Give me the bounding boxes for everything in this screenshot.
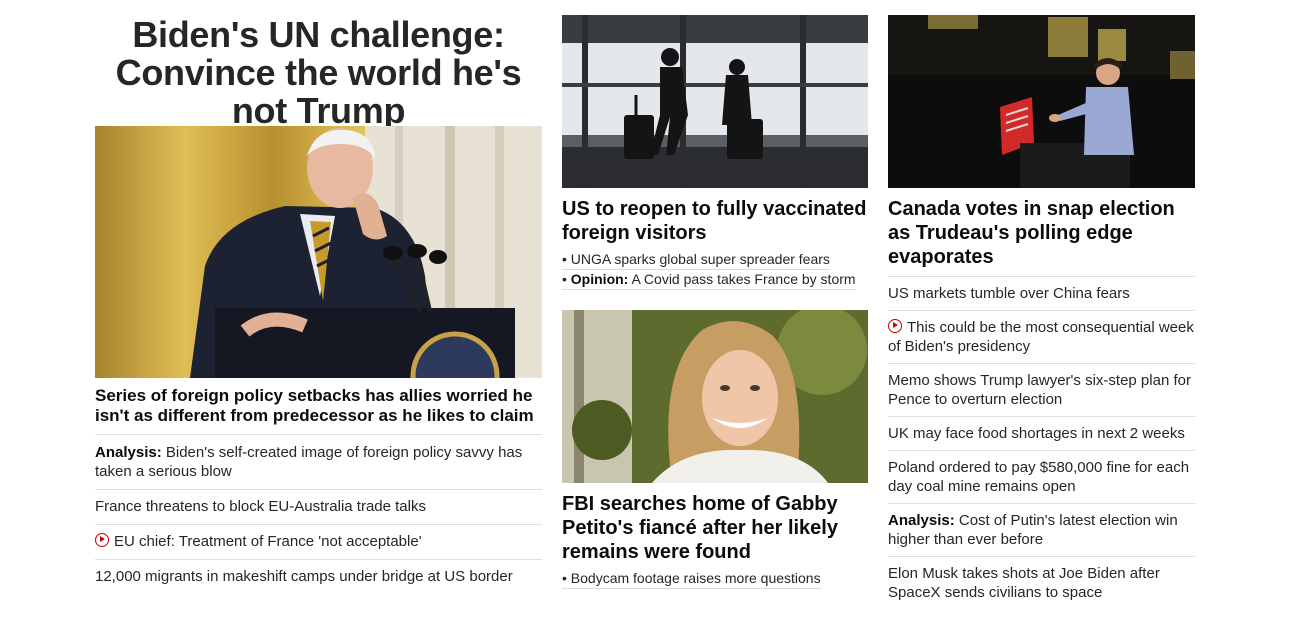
sub-item-text: A Covid pass takes France by storm xyxy=(631,271,856,287)
petito-photo[interactable] xyxy=(562,310,868,483)
biden-photo[interactable] xyxy=(95,126,542,378)
main-headline[interactable]: Biden's UN challenge: Convince the world… xyxy=(95,0,542,130)
play-video-icon xyxy=(888,319,902,333)
sub-item-link[interactable]: • Bodycam footage raises more questions xyxy=(562,569,821,589)
right-related-list: US markets tumble over China fears This … xyxy=(888,276,1195,609)
biden-photo-image xyxy=(95,126,542,378)
list-item-text: France threatens to block EU-Australia t… xyxy=(95,498,426,515)
bullet: • xyxy=(562,570,567,586)
petito-headline-link[interactable]: FBI searches home of Gabby Petito's fian… xyxy=(562,492,868,564)
middle-column: US to reopen to fully vaccinated foreign… xyxy=(562,0,868,589)
right-column: Canada votes in snap election as Trudeau… xyxy=(888,0,1195,609)
list-item-link[interactable]: Analysis: Biden's self-created image of … xyxy=(95,443,542,481)
list-item-link[interactable]: UK may face food shortages in next 2 wee… xyxy=(888,424,1195,443)
sub-item: • UNGA sparks global super spreader fear… xyxy=(562,250,868,270)
list-item-link[interactable]: Elon Musk takes shots at Joe Biden after… xyxy=(888,564,1195,602)
main-headline-link[interactable]: Biden's UN challenge: Convince the world… xyxy=(95,0,542,130)
petito-headline[interactable]: FBI searches home of Gabby Petito's fian… xyxy=(562,492,868,564)
bullet: • xyxy=(562,271,567,287)
analysis-label: Analysis: xyxy=(95,444,162,461)
list-item-link[interactable]: EU chief: Treatment of France 'not accep… xyxy=(95,532,542,551)
sub-item: • Opinion: A Covid pass takes France by … xyxy=(562,270,868,290)
list-item-text: Memo shows Trump lawyer's six-step plan … xyxy=(888,372,1191,408)
list-item-text: UK may face food shortages in next 2 wee… xyxy=(888,425,1185,442)
list-item-link[interactable]: This could be the most consequential wee… xyxy=(888,318,1195,356)
play-video-icon xyxy=(95,533,109,547)
list-item-link[interactable]: Analysis: Cost of Putin's latest electio… xyxy=(888,511,1195,549)
bullet: • xyxy=(562,251,567,267)
main-lead-link[interactable]: Series of foreign policy setbacks has al… xyxy=(95,386,542,434)
sub-item-link[interactable]: • UNGA sparks global super spreader fear… xyxy=(562,250,830,270)
list-item[interactable]: Memo shows Trump lawyer's six-step plan … xyxy=(888,363,1195,416)
list-item[interactable]: This could be the most consequential wee… xyxy=(888,310,1195,363)
canada-headline[interactable]: Canada votes in snap election as Trudeau… xyxy=(888,197,1195,269)
list-item[interactable]: UK may face food shortages in next 2 wee… xyxy=(888,416,1195,450)
analysis-label: Analysis: xyxy=(888,512,955,529)
travel-photo[interactable] xyxy=(562,15,868,188)
main-story-column: Biden's UN challenge: Convince the world… xyxy=(95,0,542,594)
list-item[interactable]: Analysis: Cost of Putin's latest electio… xyxy=(888,503,1195,556)
trudeau-photo-image xyxy=(888,15,1195,188)
list-item[interactable]: US markets tumble over China fears xyxy=(888,276,1195,310)
sub-item-text: Bodycam footage raises more questions xyxy=(570,570,821,586)
list-item-link[interactable]: US markets tumble over China fears xyxy=(888,284,1195,303)
sub-item: • Bodycam footage raises more questions xyxy=(562,569,868,589)
sub-item-text: UNGA sparks global super spreader fears xyxy=(570,251,830,267)
list-item-link[interactable]: France threatens to block EU-Australia t… xyxy=(95,497,542,516)
sub-item-link[interactable]: • Opinion: A Covid pass takes France by … xyxy=(562,270,856,290)
list-item-text: Elon Musk takes shots at Joe Biden after… xyxy=(888,565,1160,601)
list-item-text: US markets tumble over China fears xyxy=(888,285,1130,302)
list-item[interactable]: France threatens to block EU-Australia t… xyxy=(95,489,542,524)
travel-subheadlines: • UNGA sparks global super spreader fear… xyxy=(562,250,868,290)
list-item-text: EU chief: Treatment of France 'not accep… xyxy=(114,533,422,550)
list-item-text: 12,000 migrants in makeshift camps under… xyxy=(95,568,513,585)
travel-headline[interactable]: US to reopen to fully vaccinated foreign… xyxy=(562,197,868,245)
list-item-text: Poland ordered to pay $580,000 fine for … xyxy=(888,459,1190,495)
list-item[interactable]: Analysis: Biden's self-created image of … xyxy=(95,434,542,489)
main-lead-text[interactable]: Series of foreign policy setbacks has al… xyxy=(95,386,542,426)
main-story-related-list: Analysis: Biden's self-created image of … xyxy=(95,434,542,594)
list-item-text: This could be the most consequential wee… xyxy=(888,319,1194,355)
petito-photo-image xyxy=(562,310,868,483)
list-item-link[interactable]: 12,000 migrants in makeshift camps under… xyxy=(95,567,542,586)
list-item[interactable]: EU chief: Treatment of France 'not accep… xyxy=(95,524,542,559)
petito-subheadlines: • Bodycam footage raises more questions xyxy=(562,569,868,589)
list-item[interactable]: 12,000 migrants in makeshift camps under… xyxy=(95,559,542,594)
travel-headline-link[interactable]: US to reopen to fully vaccinated foreign… xyxy=(562,197,868,245)
list-item[interactable]: Poland ordered to pay $580,000 fine for … xyxy=(888,450,1195,503)
list-item-link[interactable]: Poland ordered to pay $580,000 fine for … xyxy=(888,458,1195,496)
trudeau-photo[interactable] xyxy=(888,15,1195,188)
opinion-label: Opinion: xyxy=(570,271,629,287)
travel-photo-image xyxy=(562,15,868,188)
canada-headline-link[interactable]: Canada votes in snap election as Trudeau… xyxy=(888,197,1195,276)
list-item-link[interactable]: Memo shows Trump lawyer's six-step plan … xyxy=(888,371,1195,409)
list-item[interactable]: Elon Musk takes shots at Joe Biden after… xyxy=(888,556,1195,609)
